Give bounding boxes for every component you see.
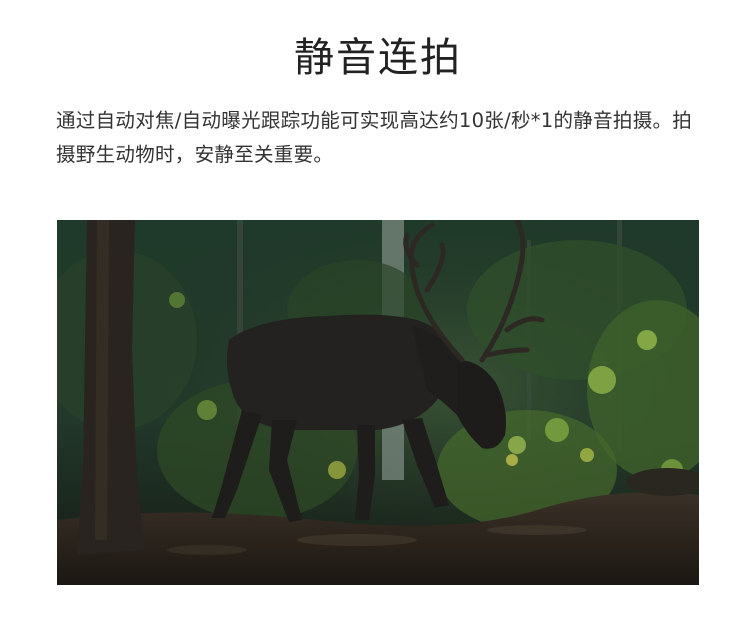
reindeer-photo [57, 220, 699, 585]
reindeer-photo-illustration [57, 220, 699, 585]
page-title: 静音连拍 [294, 35, 462, 81]
feature-description: 通过自动对焦/自动曝光跟踪功能可实现高达约10张/秒*1的静音拍摄。拍摄野生动物… [56, 109, 693, 166]
